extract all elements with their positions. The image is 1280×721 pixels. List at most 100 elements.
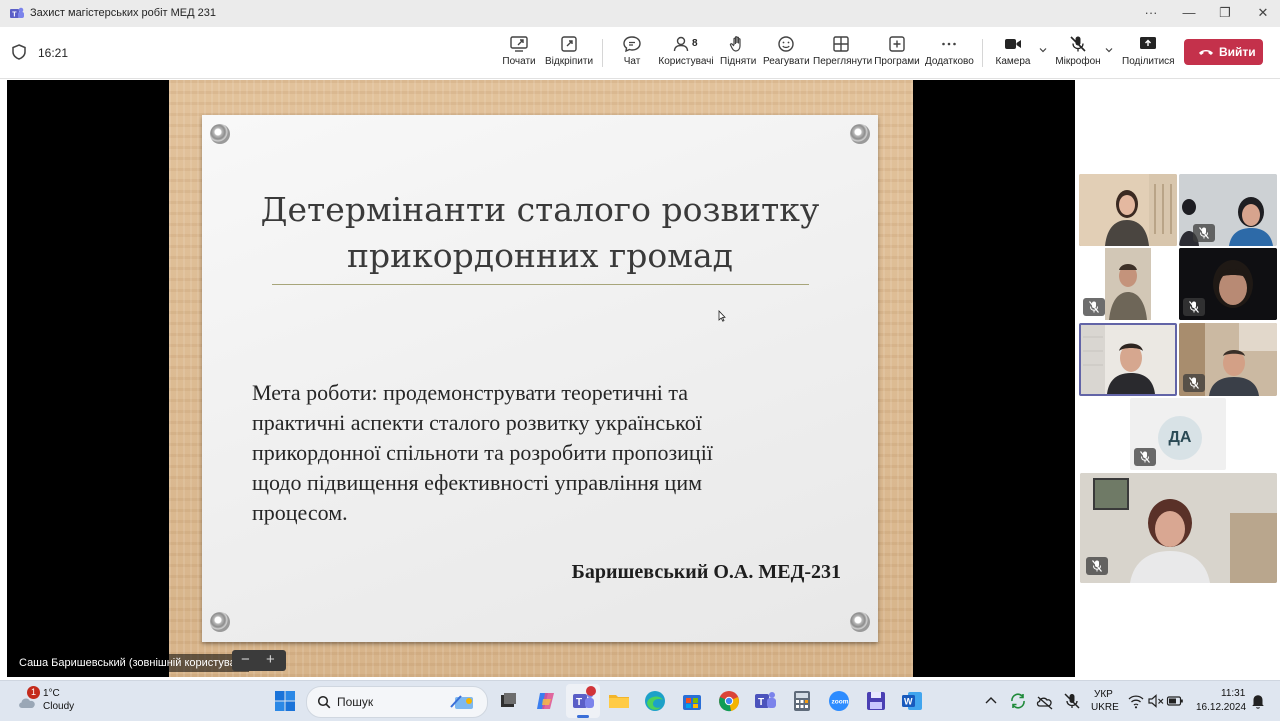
apps-button[interactable]: Програми xyxy=(874,35,920,75)
active-speaker-tile[interactable] xyxy=(1079,323,1177,396)
teams-taskbar-button[interactable]: T xyxy=(566,684,600,718)
slide-title-line-1: Детермінанти сталого розвитку xyxy=(260,190,820,229)
raise-hand-button[interactable]: Підняти xyxy=(720,35,756,75)
start-label: Почати xyxy=(502,56,536,67)
pop-out-label: Відкріпити xyxy=(545,56,594,67)
minimize-button[interactable]: — xyxy=(1174,2,1204,24)
slide-title-line-2: прикордонних громад xyxy=(347,236,733,275)
camera-icon xyxy=(1005,39,1021,49)
edge-icon[interactable] xyxy=(643,689,667,713)
battery-icon[interactable] xyxy=(1166,689,1184,713)
microphone-button[interactable]: Мікрофон xyxy=(1055,35,1101,75)
slide-body-line: процесом. xyxy=(252,500,348,525)
weather-temperature: 1°C xyxy=(43,688,60,699)
sync-icon[interactable] xyxy=(1008,689,1028,713)
smile-icon xyxy=(778,36,794,52)
screw-decoration xyxy=(850,124,870,144)
close-button[interactable]: ✕ xyxy=(1248,2,1278,24)
chevron-down-icon[interactable] xyxy=(1039,46,1047,54)
view-button[interactable]: Переглянути xyxy=(813,35,873,75)
calculator-icon[interactable] xyxy=(790,689,814,713)
leave-button[interactable]: Вийти xyxy=(1184,39,1263,65)
presentation-slide: Детермінанти сталого розвитку прикордонн… xyxy=(202,115,878,642)
save-app-icon[interactable] xyxy=(864,689,888,713)
windows-start-icon[interactable] xyxy=(273,689,297,713)
shared-content-stage: Детермінанти сталого розвитку прикордонн… xyxy=(7,80,1075,677)
slide-body-line: практичні аспекти сталого розвитку украї… xyxy=(252,410,702,435)
mic-off-icon xyxy=(1070,36,1086,52)
start-recording-button[interactable]: Почати xyxy=(500,35,538,75)
store-icon[interactable] xyxy=(680,689,704,713)
chat-icon xyxy=(623,36,641,53)
zoom-icon[interactable]: zoom xyxy=(827,689,851,713)
participant-video-tile[interactable] xyxy=(1179,174,1277,246)
slide-background: Детермінанти сталого розвитку прикордонн… xyxy=(169,80,913,677)
zoom-in-button[interactable]: + xyxy=(266,651,275,668)
task-view-icon[interactable] xyxy=(496,689,520,713)
volume-muted-icon[interactable] xyxy=(1147,689,1165,713)
input-language[interactable]: УКР xyxy=(1094,689,1113,700)
restore-button[interactable]: ❐ xyxy=(1210,2,1240,24)
zoom-controls: − + xyxy=(232,650,286,671)
chevron-down-icon[interactable] xyxy=(1105,46,1113,54)
view-label: Переглянути xyxy=(813,56,873,67)
mouse-cursor-icon xyxy=(718,310,726,322)
share-screen-icon xyxy=(1140,37,1156,49)
muted-indicator xyxy=(1183,298,1205,316)
participant-video-tile[interactable] xyxy=(1079,248,1177,320)
slide-author: Баришевський О.А. МЕД-231 xyxy=(571,561,841,583)
participant-video xyxy=(1081,325,1175,394)
notification-bell-icon[interactable] xyxy=(1250,689,1266,713)
participant-video-tile[interactable] xyxy=(1080,473,1277,583)
taskbar-search[interactable]: Пошук xyxy=(306,686,488,718)
copilot-icon[interactable] xyxy=(534,689,558,713)
more-options-button[interactable]: ··· xyxy=(1136,2,1166,24)
svg-text:T: T xyxy=(12,11,17,18)
react-button[interactable]: Реагувати xyxy=(763,35,810,75)
avatar: ДА xyxy=(1158,416,1202,460)
mic-off-icon xyxy=(1199,227,1209,239)
toolbar-divider xyxy=(602,39,603,67)
muted-indicator xyxy=(1134,448,1156,466)
show-hidden-icons-chevron-icon[interactable] xyxy=(983,689,999,713)
mic-off-icon xyxy=(1189,377,1199,389)
title-divider xyxy=(272,284,809,285)
teams-classic-icon[interactable]: T xyxy=(753,689,777,713)
svg-text:T: T xyxy=(576,697,582,708)
participant-video xyxy=(1080,473,1277,583)
add-app-icon xyxy=(889,36,905,52)
mic-muted-tray-icon[interactable] xyxy=(1062,689,1082,713)
chat-label: Чат xyxy=(623,56,641,67)
file-explorer-icon[interactable] xyxy=(607,689,631,713)
title-bar: T Захист магістерських робіт МЕД 231 ···… xyxy=(0,0,1280,27)
participant-video-tile[interactable] xyxy=(1079,174,1177,246)
participant-video-tile[interactable] xyxy=(1179,248,1277,320)
wifi-icon[interactable] xyxy=(1127,689,1145,713)
more-actions-button[interactable]: Додатково xyxy=(925,35,974,75)
teams-icon: T xyxy=(10,7,24,18)
clock-date[interactable]: 16.12.2024 xyxy=(1196,702,1246,713)
mic-off-icon xyxy=(1140,451,1150,463)
input-layout[interactable]: UKRE xyxy=(1091,702,1119,713)
zoom-out-button[interactable]: − xyxy=(241,651,250,668)
people-button[interactable]: 8 Користувачі xyxy=(658,35,714,75)
chrome-icon[interactable] xyxy=(717,689,741,713)
react-label: Реагувати xyxy=(763,56,810,67)
search-placeholder: Пошук xyxy=(337,695,374,709)
more-label: Додатково xyxy=(925,56,974,67)
word-icon[interactable]: W xyxy=(900,689,924,713)
clock-time[interactable]: 11:31 xyxy=(1221,688,1245,699)
pop-out-button[interactable]: Відкріпити xyxy=(545,35,593,75)
cloud-offline-icon[interactable] xyxy=(1035,689,1055,713)
recording-dot xyxy=(586,686,596,696)
pop-out-icon xyxy=(561,36,577,52)
participant-video-tile[interactable] xyxy=(1179,323,1277,396)
chat-button[interactable]: Чат xyxy=(618,35,646,75)
weather-widget[interactable]: 1 1°C Cloudy xyxy=(14,681,94,721)
slide-body-line: Мета роботи: продемонструвати теоретичні… xyxy=(252,380,689,405)
participant-avatar-tile[interactable]: ДА xyxy=(1130,398,1226,470)
camera-button[interactable]: Камера xyxy=(995,35,1031,75)
share-button[interactable]: Поділитися xyxy=(1122,35,1175,75)
toolbar-divider xyxy=(982,39,983,67)
raise-hand-icon xyxy=(729,36,741,52)
